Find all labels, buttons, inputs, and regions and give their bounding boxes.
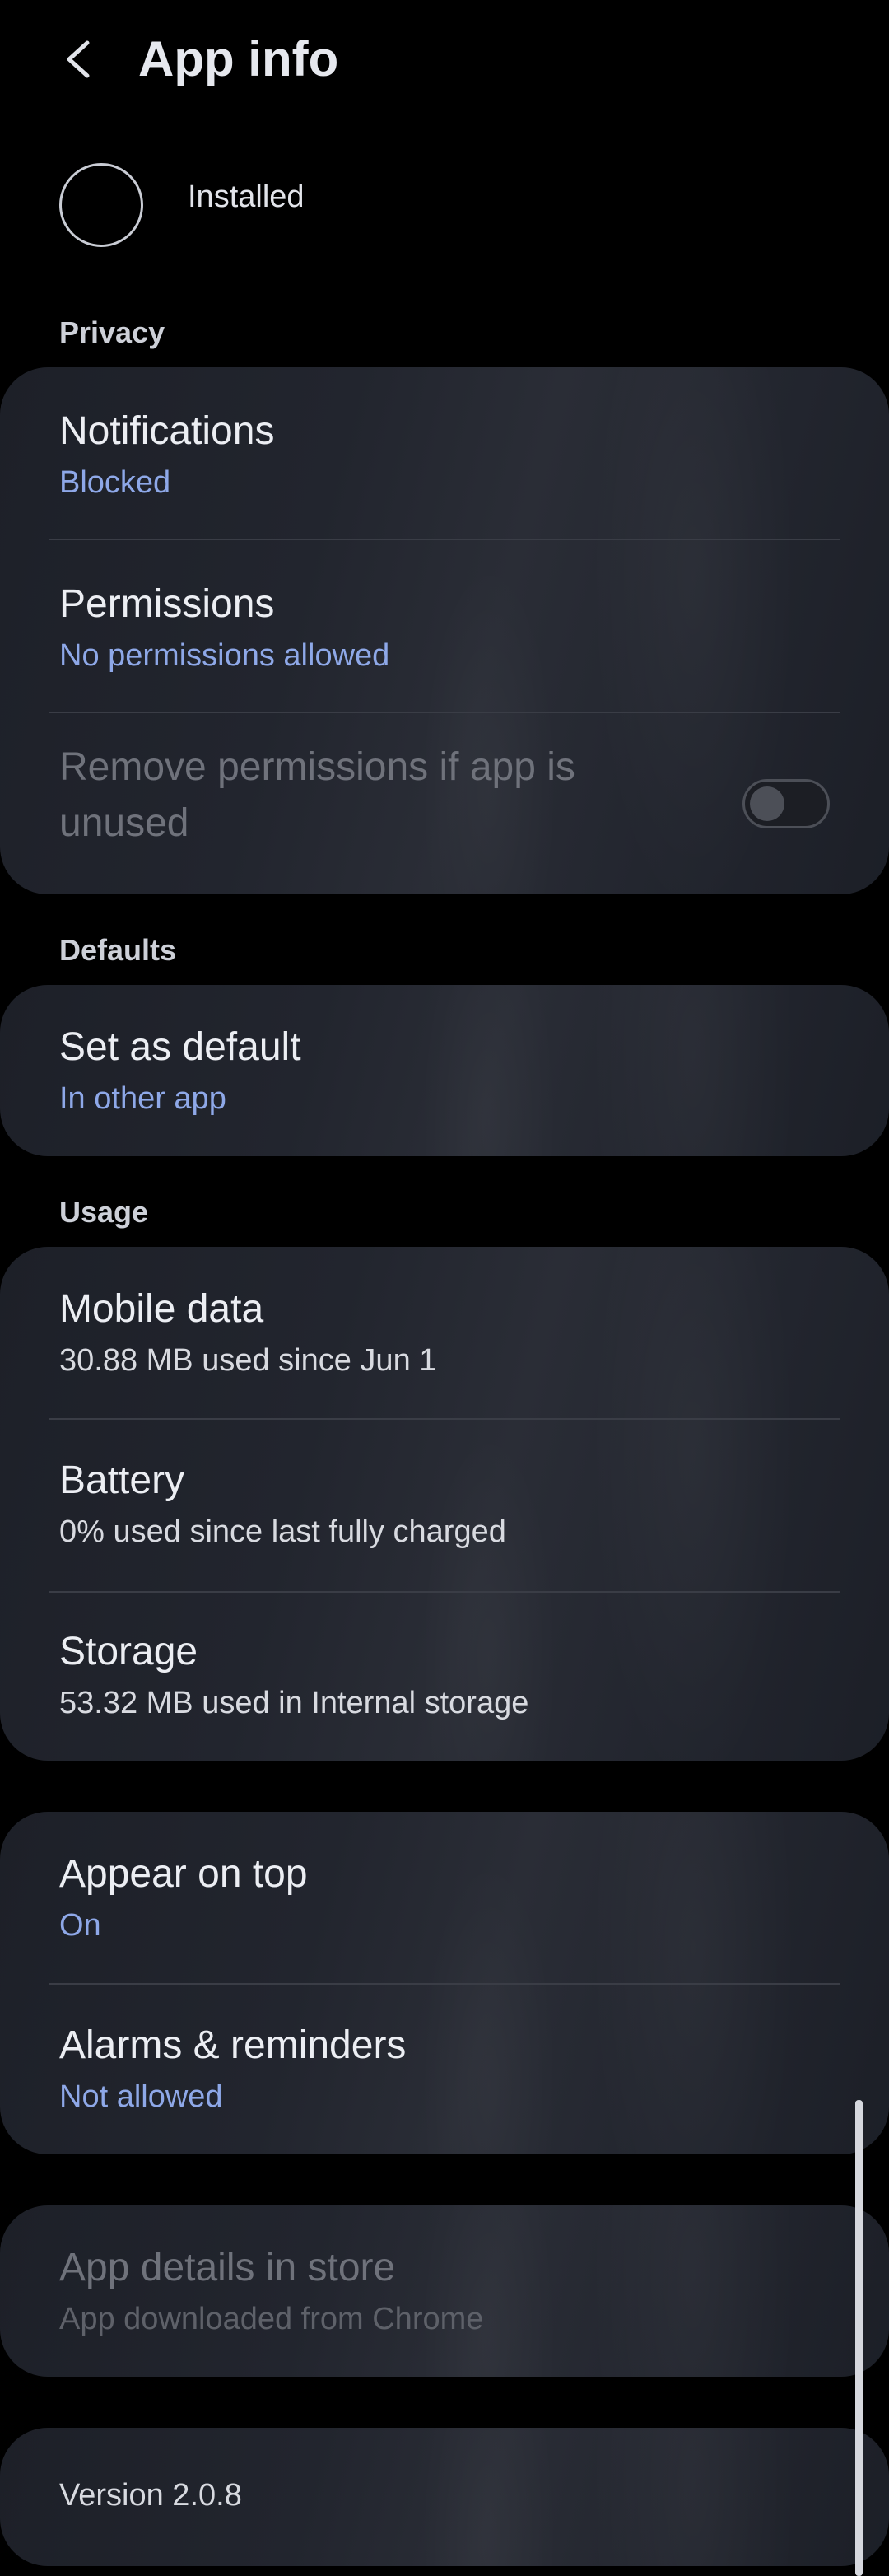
version-card: Version 2.0.8 xyxy=(0,2428,889,2566)
store-card: App details in store App downloaded from… xyxy=(0,2205,889,2377)
alarms-reminders-item[interactable]: Alarms & reminders Not allowed xyxy=(0,1985,889,2154)
section-label-usage: Usage xyxy=(59,1195,149,1229)
app-summary: Installed xyxy=(0,156,889,264)
notifications-value: Blocked xyxy=(59,465,171,500)
permissions-value: No permissions allowed xyxy=(59,638,390,673)
set-as-default-item[interactable]: Set as default In other app xyxy=(0,985,889,1156)
app-icon xyxy=(59,163,143,247)
alarms-reminders-value: Not allowed xyxy=(59,2079,223,2114)
usage-card: Mobile data 30.88 MB used since Jun 1 Ba… xyxy=(0,1247,889,1761)
set-as-default-value: In other app xyxy=(59,1081,226,1116)
battery-item[interactable]: Battery 0% used since last fully charged xyxy=(0,1420,889,1591)
chevron-left-icon xyxy=(67,40,90,78)
battery-title: Battery xyxy=(59,1458,185,1502)
notifications-item[interactable]: Notifications Blocked xyxy=(0,367,889,540)
notifications-title: Notifications xyxy=(59,409,275,453)
remove-permissions-item[interactable]: Remove permissions if app is unused xyxy=(0,713,889,894)
storage-value: 53.32 MB used in Internal storage xyxy=(59,1686,529,1720)
section-label-privacy: Privacy xyxy=(59,315,165,349)
remove-permissions-title-line2: unused xyxy=(59,801,189,845)
app-install-status: Installed xyxy=(188,180,305,214)
appear-on-top-title: Appear on top xyxy=(59,1852,308,1896)
permissions-title: Permissions xyxy=(59,582,275,626)
special-access-card: Appear on top On Alarms & reminders Not … xyxy=(0,1812,889,2154)
back-button[interactable] xyxy=(51,30,104,89)
toggle-knob xyxy=(750,786,784,821)
storage-title: Storage xyxy=(59,1630,198,1673)
remove-permissions-toggle[interactable] xyxy=(742,779,830,828)
defaults-card: Set as default In other app xyxy=(0,985,889,1156)
app-details-in-store-value: App downloaded from Chrome xyxy=(59,2302,484,2336)
app-bar: App info xyxy=(0,0,889,124)
section-label-defaults: Defaults xyxy=(59,933,177,967)
storage-item[interactable]: Storage 53.32 MB used in Internal storag… xyxy=(0,1593,889,1761)
appear-on-top-value: On xyxy=(59,1908,101,1943)
app-details-in-store-title: App details in store xyxy=(59,2246,396,2289)
version-text: Version 2.0.8 xyxy=(59,2478,242,2513)
permissions-item[interactable]: Permissions No permissions allowed xyxy=(0,540,889,713)
set-as-default-title: Set as default xyxy=(59,1025,301,1069)
privacy-card: Notifications Blocked Permissions No per… xyxy=(0,367,889,894)
page-title: App info xyxy=(138,31,339,86)
remove-permissions-title-line1: Remove permissions if app is xyxy=(59,745,575,789)
scrollbar[interactable] xyxy=(855,2100,863,2576)
alarms-reminders-title: Alarms & reminders xyxy=(59,2023,407,2067)
appear-on-top-item[interactable]: Appear on top On xyxy=(0,1812,889,1983)
mobile-data-title: Mobile data xyxy=(59,1287,264,1331)
battery-value: 0% used since last fully charged xyxy=(59,1514,506,1549)
mobile-data-item[interactable]: Mobile data 30.88 MB used since Jun 1 xyxy=(0,1247,889,1418)
mobile-data-value: 30.88 MB used since Jun 1 xyxy=(59,1343,437,1378)
app-details-in-store-item[interactable]: App details in store App downloaded from… xyxy=(0,2205,889,2377)
